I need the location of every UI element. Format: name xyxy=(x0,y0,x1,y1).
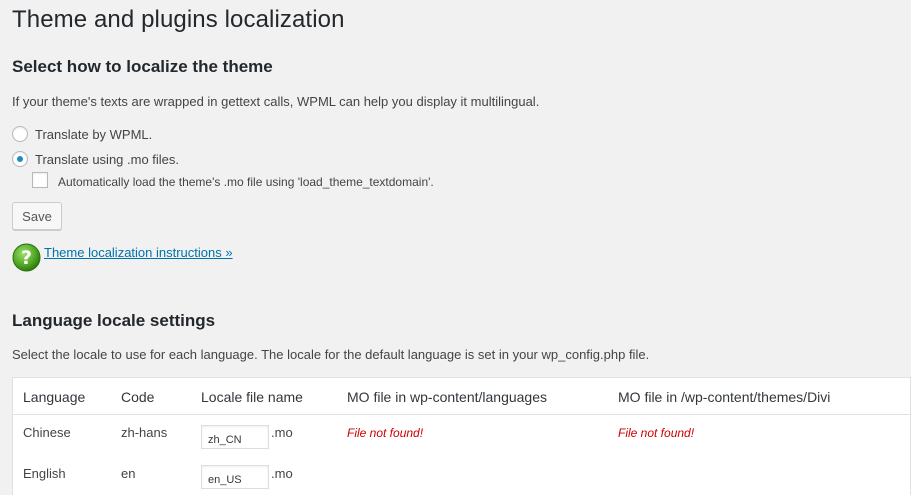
save-button[interactable]: Save xyxy=(12,202,62,230)
auto-load-textdomain-checkbox[interactable] xyxy=(32,172,48,188)
auto-load-textdomain-label[interactable]: Automatically load the theme's .mo file … xyxy=(58,175,434,189)
translate-by-wpml-label[interactable]: Translate by WPML. xyxy=(35,127,152,142)
column-header-language: Language xyxy=(23,389,86,405)
theme-section-description: If your theme's texts are wrapped in get… xyxy=(12,94,540,109)
locale-suffix: .mo xyxy=(271,466,293,481)
locale-section-heading: Language locale settings xyxy=(12,311,216,330)
locale-section-description: Select the locale to use for each langua… xyxy=(12,347,650,362)
mo-languages-status: File not found! xyxy=(347,426,424,440)
svg-text:?: ? xyxy=(21,247,32,269)
translate-mo-files-label[interactable]: Translate using .mo files. xyxy=(35,152,179,167)
mo-theme-status: File not found! xyxy=(618,426,695,440)
page: Theme and plugins localization Select ho… xyxy=(0,0,911,495)
theme-section-heading: Select how to localize the theme xyxy=(12,57,273,76)
locale-table: Language Code Locale file name MO file i… xyxy=(12,377,911,495)
table-row-code: zh-hans xyxy=(121,425,168,440)
locale-input-english[interactable] xyxy=(201,465,269,489)
column-header-code: Code xyxy=(121,389,155,405)
table-row-code: en xyxy=(121,466,136,481)
translate-mo-files-radio[interactable] xyxy=(12,151,28,167)
theme-localization-instructions-link[interactable]: Theme localization instructions » xyxy=(44,245,233,260)
table-row-language: English xyxy=(23,466,66,481)
page-title: Theme and plugins localization xyxy=(12,6,345,33)
locale-input-chinese[interactable] xyxy=(201,425,269,449)
column-header-mo-theme: MO file in /wp-content/themes/Divi xyxy=(618,389,831,405)
table-header-divider xyxy=(13,414,910,415)
column-header-mo-languages: MO file in wp-content/languages xyxy=(347,389,547,405)
locale-suffix: .mo xyxy=(271,425,293,440)
question-mark-icon: ? xyxy=(12,243,41,272)
column-header-locale-file-name: Locale file name xyxy=(201,389,303,405)
translate-by-wpml-radio[interactable] xyxy=(12,126,28,142)
table-row-language: Chinese xyxy=(23,425,71,440)
